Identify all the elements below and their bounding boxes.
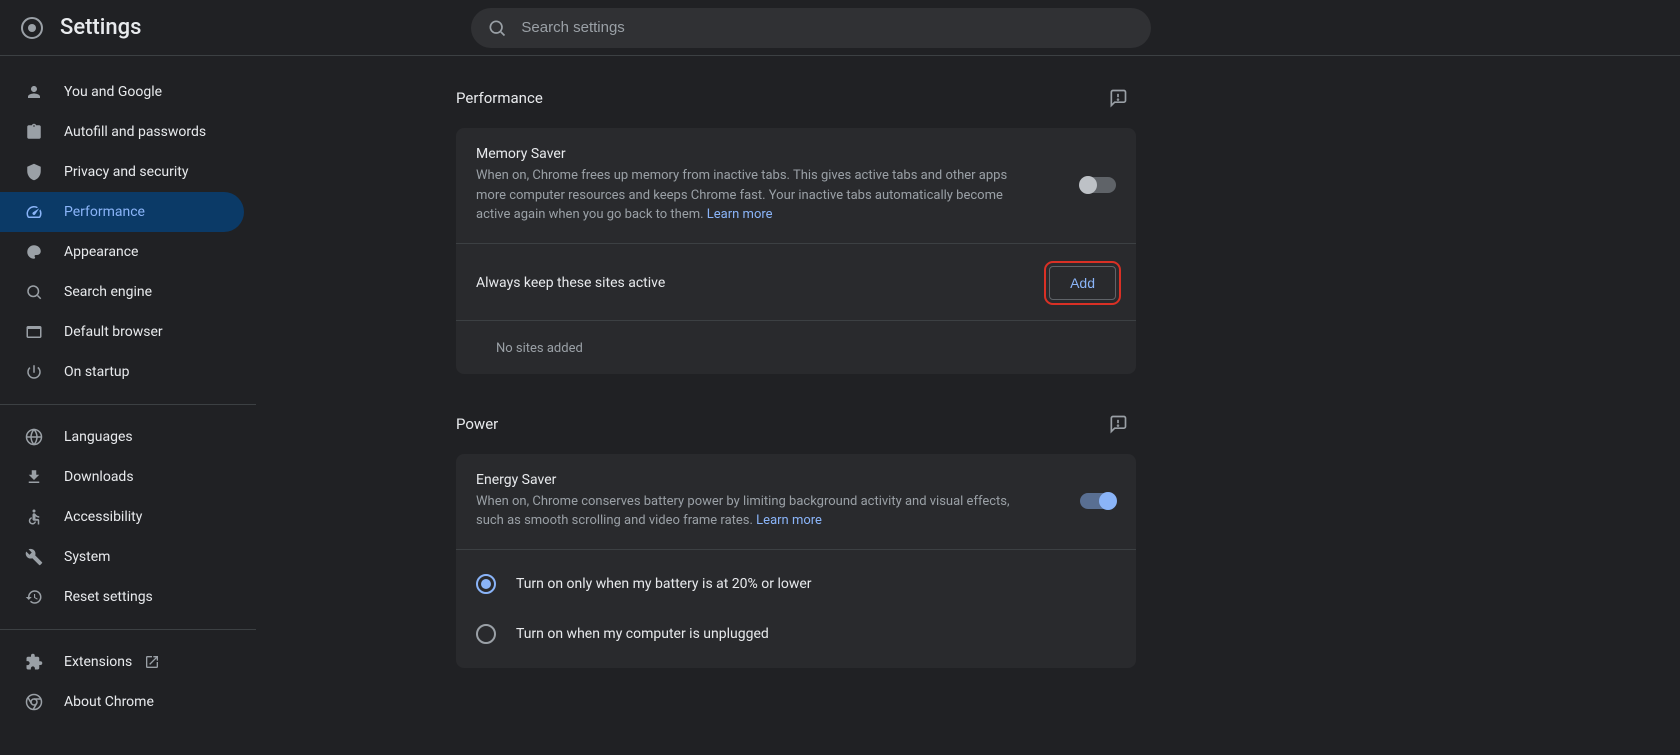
memory-saver-description: When on, Chrome frees up memory from ina…: [476, 166, 1036, 225]
download-icon: [24, 467, 44, 487]
memory-saver-title: Memory Saver: [476, 146, 1036, 162]
sidebar-item-reset-settings[interactable]: Reset settings: [0, 577, 244, 617]
sidebar-divider: [0, 629, 256, 630]
energy-saver-title: Energy Saver: [476, 472, 1036, 488]
performance-section-header: Performance: [456, 80, 1136, 116]
energy-saver-option-row[interactable]: Turn on only when my battery is at 20% o…: [476, 568, 1116, 600]
power-section-title: Power: [456, 415, 498, 433]
sidebar-item-label: Search engine: [64, 284, 152, 300]
palette-icon: [24, 242, 44, 262]
external-link-icon: [144, 654, 160, 670]
sidebar-divider: [0, 404, 256, 405]
feedback-icon: [1108, 414, 1128, 434]
wrench-icon: [24, 547, 44, 567]
sidebar-item-label: Reset settings: [64, 589, 153, 605]
sidebar-item-system[interactable]: System: [0, 537, 244, 577]
sidebar-item-label: Extensions: [64, 654, 132, 670]
search-container[interactable]: [471, 8, 1151, 48]
energy-saver-options-block: Turn on only when my battery is at 20% o…: [456, 549, 1136, 668]
radio-label: Turn on when my computer is unplugged: [516, 626, 769, 642]
performance-section-title: Performance: [456, 89, 543, 107]
sidebar-item-downloads[interactable]: Downloads: [0, 457, 244, 497]
power-icon: [24, 362, 44, 382]
keep-sites-active-block: Always keep these sites active Add: [456, 243, 1136, 320]
memory-saver-toggle[interactable]: [1080, 177, 1116, 193]
sidebar-item-performance[interactable]: Performance: [0, 192, 244, 232]
sidebar-item-appearance[interactable]: Appearance: [0, 232, 244, 272]
sidebar-item-label: Performance: [64, 204, 145, 220]
add-site-button[interactable]: Add: [1049, 266, 1116, 300]
sidebar-item-autofill-and-passwords[interactable]: Autofill and passwords: [0, 112, 244, 152]
settings-sidebar: You and Google Autofill and passwords Priv…: [0, 56, 256, 755]
sidebar-item-label: Privacy and security: [64, 164, 188, 180]
clipboard-icon: [24, 122, 44, 142]
sidebar-item-default-browser[interactable]: Default browser: [0, 312, 244, 352]
sidebar-item-label: Appearance: [64, 244, 138, 260]
browser-icon: [24, 322, 44, 342]
performance-feedback-button[interactable]: [1100, 80, 1136, 116]
shield-icon: [24, 162, 44, 182]
speed-icon: [24, 202, 44, 222]
sidebar-item-extensions[interactable]: Extensions: [0, 642, 244, 682]
memory-saver-learn-more-link[interactable]: Learn more: [707, 207, 773, 222]
app-header: Settings: [0, 0, 1680, 56]
power-feedback-button[interactable]: [1100, 406, 1136, 442]
search-input[interactable]: [521, 19, 1135, 36]
performance-card: Memory Saver When on, Chrome frees up me…: [456, 128, 1136, 374]
feedback-icon: [1108, 88, 1128, 108]
sidebar-item-you-and-google[interactable]: You and Google: [0, 72, 244, 112]
radio-label: Turn on only when my battery is at 20% o…: [516, 576, 812, 592]
power-card: Energy Saver When on, Chrome conserves b…: [456, 454, 1136, 668]
sidebar-item-label: Languages: [64, 429, 133, 445]
search-icon: [24, 282, 44, 302]
content-area: Performance Memory Saver When on, Chrome…: [256, 56, 1680, 755]
search-icon: [487, 18, 507, 38]
accessibility-icon: [24, 507, 44, 527]
page-title: Settings: [60, 15, 141, 40]
sidebar-item-on-startup[interactable]: On startup: [0, 352, 244, 392]
sidebar-item-search-engine[interactable]: Search engine: [0, 272, 244, 312]
sidebar-item-label: About Chrome: [64, 694, 154, 710]
history-icon: [24, 587, 44, 607]
sidebar-item-languages[interactable]: Languages: [0, 417, 244, 457]
sidebar-item-label: On startup: [64, 364, 130, 380]
sidebar-item-label: Downloads: [64, 469, 134, 485]
sidebar-item-accessibility[interactable]: Accessibility: [0, 497, 244, 537]
no-sites-text: No sites added: [476, 339, 1116, 356]
energy-saver-description: When on, Chrome conserves battery power …: [476, 492, 1036, 531]
sidebar-item-privacy-and-security[interactable]: Privacy and security: [0, 152, 244, 192]
sidebar-item-label: Autofill and passwords: [64, 124, 206, 140]
sidebar-item-about-chrome[interactable]: About Chrome: [0, 682, 244, 722]
keep-sites-active-label: Always keep these sites active: [476, 275, 665, 291]
person-icon: [24, 82, 44, 102]
energy-saver-option-row[interactable]: Turn on when my computer is unplugged: [476, 618, 1116, 650]
sidebar-item-label: System: [64, 549, 110, 565]
chrome-logo-icon: [20, 16, 44, 40]
radio-button[interactable]: [476, 624, 496, 644]
energy-saver-block: Energy Saver When on, Chrome conserves b…: [456, 454, 1136, 549]
sidebar-item-label: Default browser: [64, 324, 163, 340]
sidebar-item-label: You and Google: [64, 84, 162, 100]
power-section-header: Power: [456, 406, 1136, 442]
memory-saver-block: Memory Saver When on, Chrome frees up me…: [456, 128, 1136, 243]
energy-saver-learn-more-link[interactable]: Learn more: [756, 513, 822, 528]
sidebar-item-label: Accessibility: [64, 509, 142, 525]
chrome-icon: [24, 692, 44, 712]
radio-button[interactable]: [476, 574, 496, 594]
no-sites-block: No sites added: [456, 320, 1136, 374]
extension-icon: [24, 652, 44, 672]
energy-saver-toggle[interactable]: [1080, 493, 1116, 509]
globe-icon: [24, 427, 44, 447]
